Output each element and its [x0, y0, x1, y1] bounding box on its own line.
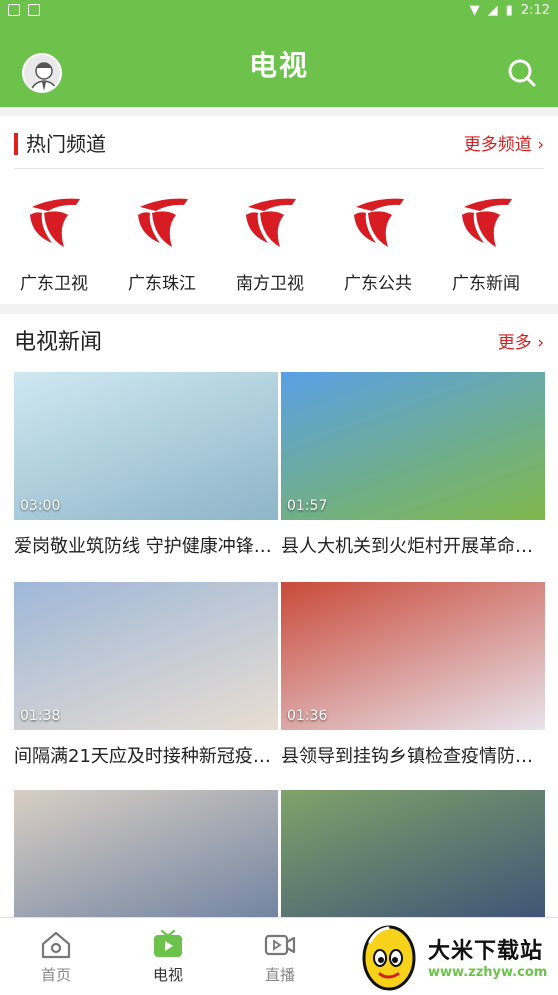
- tab-home[interactable]: 首页: [0, 918, 112, 995]
- channel-item[interactable]: 广东公共: [324, 193, 432, 294]
- hot-channels-title: 热门频道: [26, 131, 106, 156]
- news-title: 爱岗敬业筑防线 守护健康冲锋在前: [14, 536, 278, 557]
- home-icon: [41, 931, 71, 959]
- search-icon: [508, 59, 536, 87]
- tab-label: 首页: [40, 966, 71, 984]
- section-marker: [14, 133, 18, 155]
- signal-icon: ◢: [487, 2, 498, 18]
- avatar[interactable]: [22, 53, 62, 93]
- tv-news-title: 电视新闻: [14, 330, 103, 355]
- watermark-url: www.zzhyw.com: [428, 964, 548, 980]
- news-card[interactable]: [281, 790, 545, 938]
- channel-name: 广东珠江: [128, 274, 196, 294]
- hot-channels-section: 热门频道 更多频道 › 广东卫视 广东珠江 南方卫视 广东公共 广东新闻: [0, 116, 558, 304]
- news-card[interactable]: 01:38 间隔满21天应及时接种新冠疫苗第二剂次: [14, 582, 278, 768]
- news-thumbnail: 03:00: [14, 372, 278, 520]
- channel-item[interactable]: 广东卫视: [0, 193, 108, 294]
- watermark-name: 大米下载站: [428, 938, 544, 964]
- news-title: 县领导到挂钩乡镇检查疫情防控工作: [281, 746, 545, 767]
- news-title: 县人大机关到火炬村开展革命传统教育: [281, 536, 545, 557]
- app-bar: 电视: [0, 20, 558, 107]
- news-thumbnail: 01:57: [281, 372, 545, 520]
- channel-item[interactable]: 广东珠江: [108, 193, 216, 294]
- status-bar: ▼ ◢ ▮ 2:12: [0, 0, 558, 20]
- tab-label: 电视: [152, 966, 183, 984]
- channel-name: 广东卫视: [20, 274, 88, 294]
- guangdong-tv-logo-icon: [138, 198, 188, 247]
- news-card[interactable]: 03:00 爱岗敬业筑防线 守护健康冲锋在前: [14, 372, 278, 558]
- watermark: 大米下载站 www.zzhyw.com: [358, 917, 558, 995]
- news-card[interactable]: 01:36 县领导到挂钩乡镇检查疫情防控工作: [281, 582, 545, 768]
- video-duration: 03:00: [20, 498, 61, 514]
- live-camera-icon: [264, 934, 296, 956]
- more-news-link[interactable]: 更多 ›: [498, 328, 544, 353]
- tab-tv[interactable]: 电视: [112, 918, 224, 995]
- status-time: 2:12: [520, 2, 550, 18]
- news-thumbnail: 01:38: [14, 582, 278, 730]
- app-notification-icon: [28, 4, 40, 16]
- channel-item[interactable]: 南方卫视: [216, 193, 324, 294]
- tab-label: 直播: [264, 966, 295, 984]
- guangdong-tv-logo-icon: [246, 198, 296, 247]
- video-duration: 01:36: [287, 708, 328, 724]
- guangdong-tv-logo-icon: [30, 198, 80, 247]
- search-button[interactable]: [504, 55, 540, 91]
- hot-channels-header: 热门频道 更多频道 ›: [0, 116, 558, 168]
- video-duration: 01:38: [20, 708, 61, 724]
- gallery-notification-icon: [8, 4, 20, 16]
- channel-name: 南方卫视: [236, 274, 304, 294]
- channel-item[interactable]: 广东新闻: [432, 193, 540, 294]
- channel-name: 广东公共: [344, 274, 412, 294]
- page-title: 电视: [248, 48, 309, 82]
- tv-news-header: 电视新闻 更多 ›: [0, 314, 558, 366]
- video-duration: 01:57: [287, 498, 328, 514]
- tab-live[interactable]: 直播: [224, 918, 336, 995]
- guangdong-tv-logo-icon: [354, 198, 404, 247]
- guangdong-tv-logo-icon: [462, 198, 512, 247]
- channel-list: 广东卫视 广东珠江 南方卫视 广东公共 广东新闻: [0, 169, 558, 294]
- tv-icon: [154, 930, 182, 957]
- more-channels-link[interactable]: 更多频道 ›: [464, 130, 544, 155]
- news-title: 间隔满21天应及时接种新冠疫苗第二剂次: [14, 746, 278, 767]
- tv-news-section: 电视新闻 更多 › 03:00 爱岗敬业筑防线 守护健康冲锋在前 01:57 县…: [0, 314, 558, 938]
- battery-icon: ▮: [505, 2, 513, 18]
- egg-mascot-logo: [362, 925, 416, 991]
- news-thumbnail: [281, 790, 545, 938]
- news-card[interactable]: 01:57 县人大机关到火炬村开展革命传统教育: [281, 372, 545, 558]
- news-thumbnail: [14, 790, 278, 938]
- channel-name: 广东新闻: [452, 274, 520, 294]
- news-card[interactable]: [14, 790, 278, 938]
- user-avatar-icon: [24, 55, 60, 91]
- news-thumbnail: 01:36: [281, 582, 545, 730]
- wifi-icon: ▼: [469, 2, 480, 18]
